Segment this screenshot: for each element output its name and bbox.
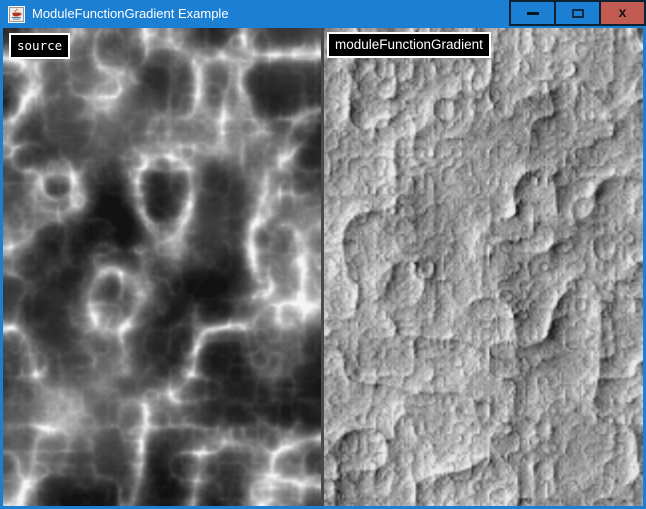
app-window: ModuleFunctionGradient Example x source … [0, 0, 646, 509]
source-image-label: source [9, 33, 70, 59]
maximize-icon [572, 9, 584, 18]
titlebar[interactable]: ModuleFunctionGradient Example x [0, 0, 646, 28]
close-icon: x [619, 5, 627, 19]
window-controls: x [509, 0, 646, 26]
close-button[interactable]: x [599, 0, 646, 26]
source-image-panel: source [3, 28, 321, 506]
gradient-image-label: moduleFunctionGradient [327, 32, 491, 58]
content-area: source moduleFunctionGradient [0, 28, 646, 509]
java-app-icon [8, 6, 25, 23]
window-title: ModuleFunctionGradient Example [32, 0, 229, 28]
maximize-button[interactable] [554, 0, 601, 26]
minimize-button[interactable] [509, 0, 556, 26]
module-function-gradient-image [324, 28, 643, 506]
minimize-icon [527, 12, 539, 15]
gradient-image-panel: moduleFunctionGradient [321, 28, 643, 506]
source-noise-image [3, 28, 321, 506]
